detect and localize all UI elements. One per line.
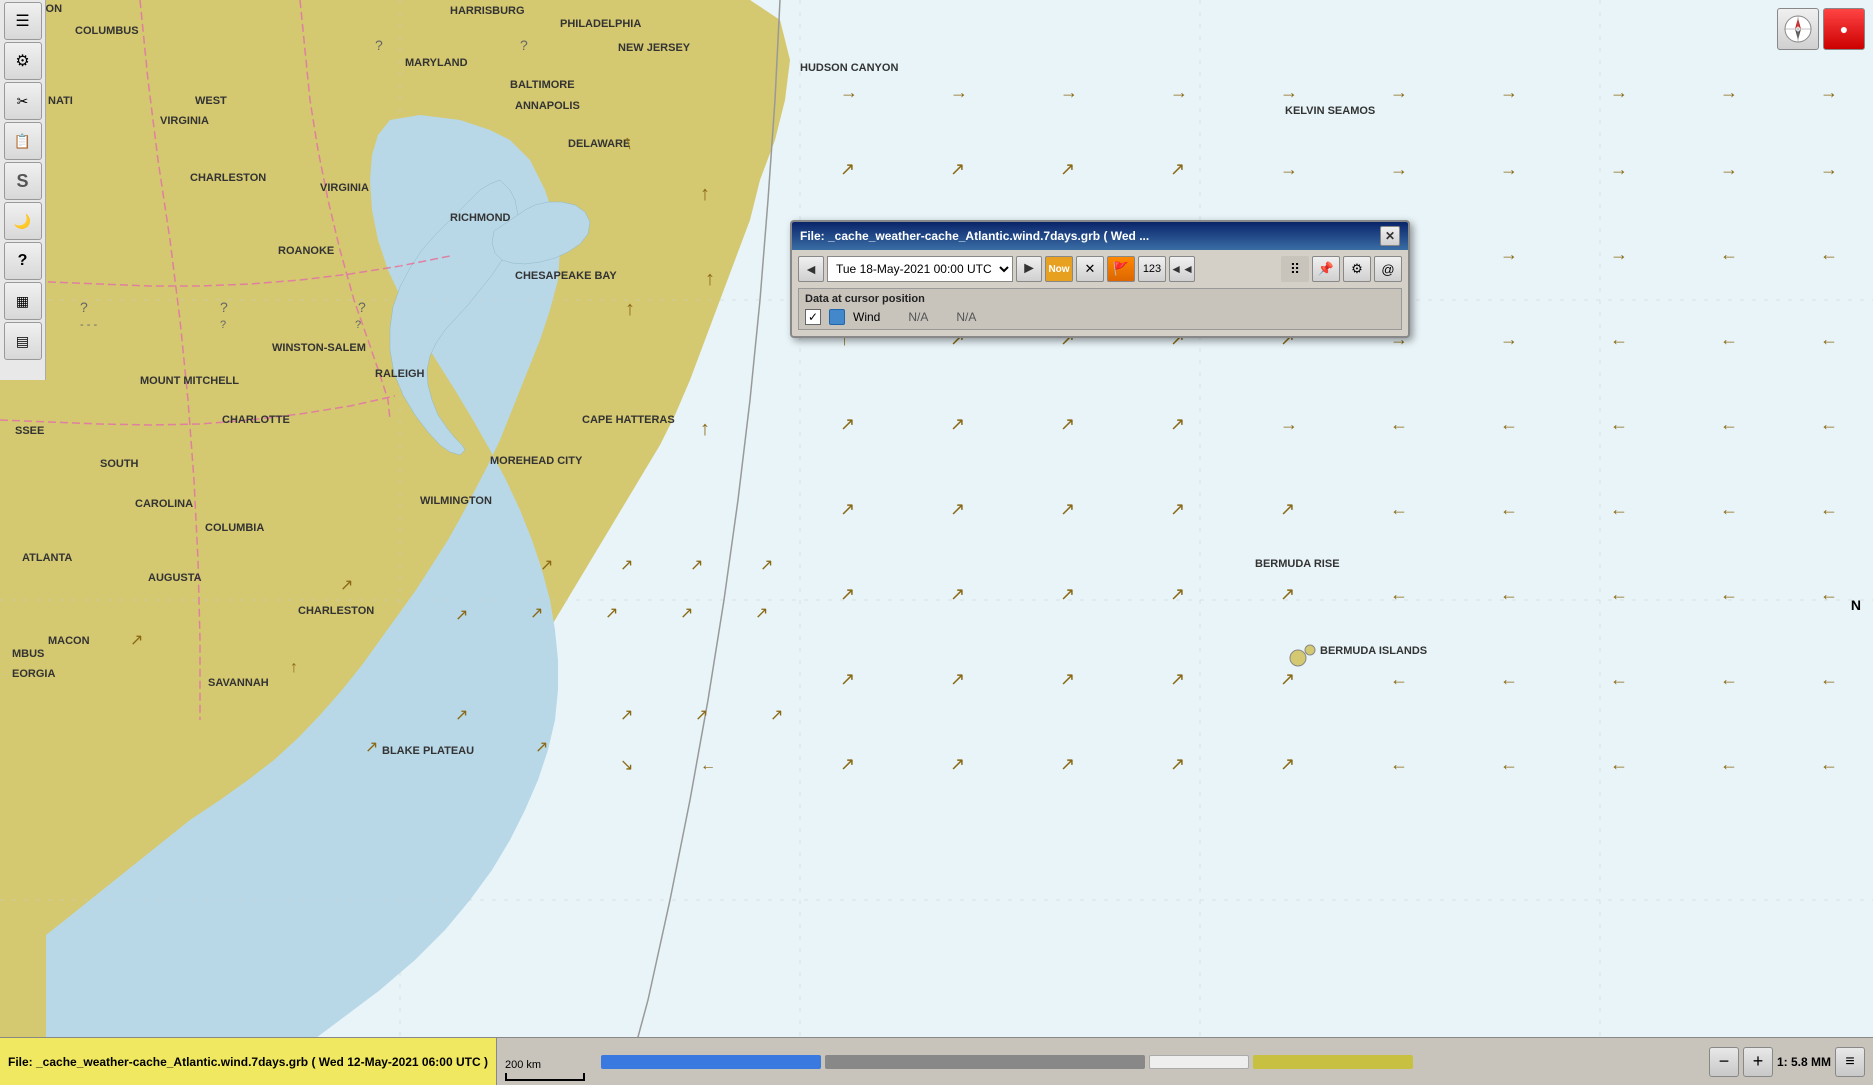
stop-button[interactable]: ✕	[1076, 256, 1104, 282]
weather-dialog: File: _cache_weather-cache_Atlantic.wind…	[790, 220, 1410, 338]
bottom-right-controls: − + 1: 5.8 MM ≡	[1701, 1038, 1873, 1085]
number-button[interactable]: 123	[1138, 256, 1166, 282]
dialog-body: ◄ Tue 18-May-2021 00:00 UTC ► Now ✕ 🚩 12…	[792, 250, 1408, 336]
svg-text:?: ?	[358, 299, 366, 315]
svg-text:?: ?	[375, 37, 383, 53]
menu-button[interactable]: ☰	[4, 2, 42, 40]
svg-text:?: ?	[520, 37, 528, 53]
data-row: ✓ Wind N/A N/A	[805, 309, 1395, 325]
svg-text:?: ?	[220, 319, 226, 331]
status-bar: File: _cache_weather-cache_Atlantic.wind…	[0, 1037, 1873, 1085]
wind-checkbox[interactable]: ✓	[805, 309, 821, 325]
dialog-close-button[interactable]: ✕	[1380, 226, 1400, 246]
zoom-in-button[interactable]: +	[1743, 1047, 1773, 1077]
map-container[interactable]: ? ? ? ? ? - - - ? ? TON COLUMBUS HARRISB…	[0, 0, 1873, 1085]
svg-text:?: ?	[220, 299, 228, 315]
dialog-data-section: Data at cursor position ✓ Wind N/A N/A	[798, 288, 1402, 330]
dialog-title: File: _cache_weather-cache_Atlantic.wind…	[800, 229, 1149, 243]
menu-bottom-button[interactable]: ≡	[1835, 1047, 1865, 1077]
toolbar: ☰ ⚙ ✂ 📋 S 🌙 ? ▦ ▤	[0, 0, 46, 380]
compass-button[interactable]	[1777, 8, 1819, 50]
status-file-text: File: _cache_weather-cache_Atlantic.wind…	[0, 1038, 497, 1085]
progress-bar-light[interactable]	[1149, 1055, 1249, 1069]
route-tools-button[interactable]: ✂	[4, 82, 42, 120]
grip-handle: ⠿	[1281, 256, 1309, 282]
settings-button[interactable]: ⚙	[4, 42, 42, 80]
layer2-button[interactable]: ▤	[4, 322, 42, 360]
preferences-button[interactable]: ⚙	[1343, 256, 1371, 282]
progress-bars[interactable]	[593, 1038, 1701, 1085]
progress-bar-yellow[interactable]	[1253, 1055, 1413, 1069]
progress-bar-blue[interactable]	[601, 1055, 821, 1069]
wind-label: Wind	[853, 310, 880, 324]
scale-line	[505, 1073, 585, 1081]
data-cursor-label: Data at cursor position	[805, 293, 1395, 305]
progress-bar-gray[interactable]	[825, 1055, 1145, 1069]
waypoint-button[interactable]: S	[4, 162, 42, 200]
svg-text:- - -: - - -	[80, 319, 97, 331]
map-svg: ? ? ? ? ? - - - ? ?	[0, 0, 1873, 1085]
nav-prev-button[interactable]: ◄	[798, 256, 824, 282]
email-button[interactable]: @	[1374, 256, 1402, 282]
scale-ratio-text: 1: 5.8 MM	[1777, 1055, 1831, 1069]
dialog-controls: ◄ Tue 18-May-2021 00:00 UTC ► Now ✕ 🚩 12…	[798, 256, 1402, 282]
nav-fast-forward-button[interactable]: ◄◄	[1169, 256, 1195, 282]
flag-button[interactable]: 🚩	[1107, 256, 1135, 282]
wind-value2: N/A	[956, 310, 976, 324]
scale-label: 200 km	[505, 1059, 541, 1071]
dialog-titlebar: File: _cache_weather-cache_Atlantic.wind…	[792, 222, 1408, 250]
svg-text:?: ?	[80, 299, 88, 315]
exit-button[interactable]: ●	[1823, 8, 1865, 50]
nav-play-button[interactable]: ►	[1016, 256, 1042, 282]
now-button[interactable]: Now	[1045, 256, 1073, 282]
scale-bar: 200 km	[497, 1038, 593, 1085]
zoom-out-button[interactable]: −	[1709, 1047, 1739, 1077]
north-compass-label: N	[1851, 597, 1861, 613]
status-file-label: File: _cache_weather-cache_Atlantic.wind…	[8, 1055, 488, 1069]
bookmarks-button[interactable]: 📌	[1312, 256, 1340, 282]
datetime-select[interactable]: Tue 18-May-2021 00:00 UTC	[827, 256, 1013, 282]
wind-value1: N/A	[908, 310, 928, 324]
notes-button[interactable]: 📋	[4, 122, 42, 160]
layer1-button[interactable]: ▦	[4, 282, 42, 320]
wind-color-icon	[829, 309, 845, 325]
tide-button[interactable]: 🌙	[4, 202, 42, 240]
top-right-controls: ●	[1777, 8, 1865, 50]
svg-text:?: ?	[355, 319, 361, 331]
help-button[interactable]: ?	[4, 242, 42, 280]
